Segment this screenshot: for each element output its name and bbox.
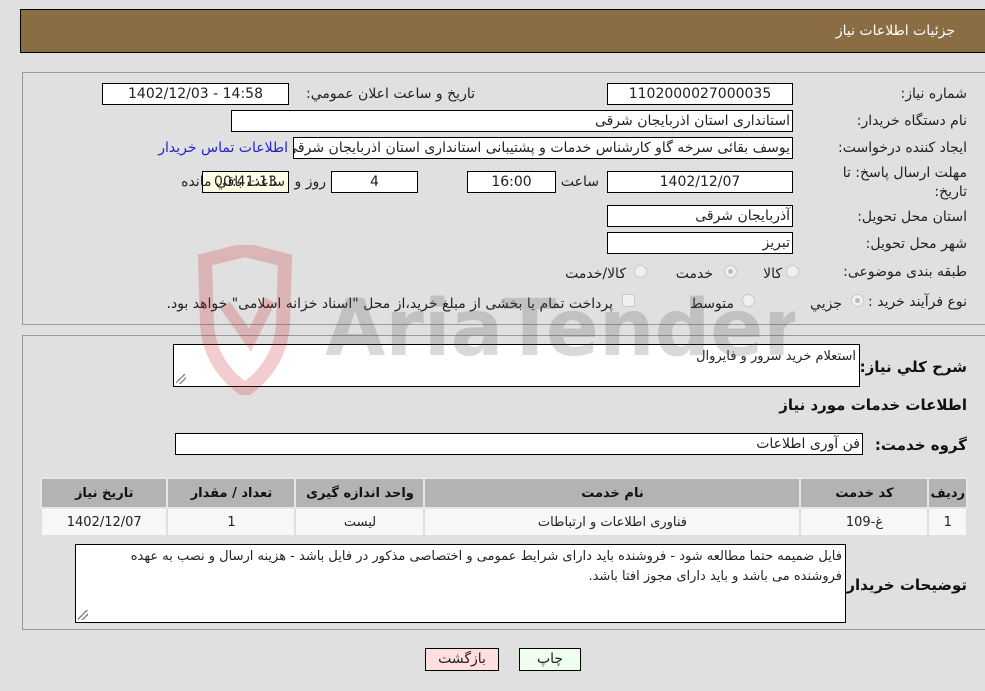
buyer-contact-link[interactable]: اطلاعات تماس خريدار [158, 140, 288, 156]
col-header-service-code: کد خدمت [799, 477, 930, 509]
creator-field: یوسف بقائی سرخه گاو کارشناس خدمات و پشتی… [293, 137, 793, 159]
deadline-time-label: ساعت [560, 174, 599, 190]
cell-service-name: فناوری اطلاعات و ارتباطات [423, 507, 802, 537]
creator-label: ايجاد کننده درخواست: [838, 140, 967, 156]
page-header: جزئيات اطلاعات نياز [20, 9, 985, 53]
announce-datetime-field: 1402/12/03 - 14:58 [102, 83, 289, 105]
deadline-time-field: 16:00 [467, 171, 556, 193]
need-number-label: شماره نياز: [900, 86, 968, 102]
back-button[interactable]: بازگشت [425, 648, 499, 671]
buyer-org-field: استانداری استان اذربایجان شرقی [231, 110, 793, 132]
summary-label: شرح کلي نياز: [859, 358, 967, 376]
city-field: تبریز [607, 232, 793, 254]
deadline-date-field: 1402/12/07 [607, 171, 793, 193]
buyer-notes-text: فایل ضمیمه حتما مطالعه شود - فروشنده بای… [130, 549, 842, 584]
process-label: نوع فرآيند خريد : [868, 294, 967, 310]
table-header-row: رديف کد خدمت نام خدمت واحد اندازه گيری ت… [39, 477, 968, 509]
category-radio-goods[interactable] [786, 265, 799, 278]
summary-textarea[interactable]: استعلام خرید سرور و فایروال [173, 344, 860, 387]
service-group-field: فن آوری اطلاعات [175, 433, 863, 455]
cell-service-code: غ-109 [799, 507, 930, 537]
col-header-quantity: تعداد / مقدار [166, 477, 297, 509]
resize-grip-icon[interactable] [78, 610, 88, 620]
summary-text: استعلام خرید سرور و فایروال [696, 349, 856, 364]
col-header-row-number: رديف [927, 477, 968, 509]
category-label: طبقه بندی موضوعی: [843, 264, 967, 280]
category-radio-service[interactable] [724, 265, 737, 278]
buyer-org-label: نام دستگاه خريدار: [856, 113, 967, 129]
services-table: رديف کد خدمت نام خدمت واحد اندازه گيری ت… [39, 477, 968, 537]
buyer-notes-textarea[interactable]: فایل ضمیمه حتما مطالعه شود - فروشنده بای… [75, 544, 846, 623]
category-radio-goods-service[interactable] [634, 265, 647, 278]
announce-label: تاريخ و ساعت اعلان عمومي: [306, 86, 475, 102]
treasury-checkbox[interactable] [622, 294, 635, 307]
remaining-time-label: ساعت باقي مانده [181, 174, 285, 190]
category-option-goods-service: کالا/خدمت [565, 266, 626, 282]
province-label: استان محل تحويل: [857, 209, 967, 225]
print-button[interactable]: چاپ [519, 648, 581, 671]
category-option-service: خدمت [675, 266, 713, 282]
process-option-minor: جزيي [810, 296, 842, 312]
cell-need-date: 1402/12/07 [39, 507, 169, 537]
need-number-field: 1102000027000035 [607, 83, 793, 105]
cell-quantity: 1 [166, 507, 297, 537]
page-title: جزئيات اطلاعات نياز [835, 23, 955, 39]
buyer-notes-label: توضيحات خريدار: [840, 576, 967, 594]
service-group-label: گروه خدمت: [874, 436, 967, 454]
cell-row-number: 1 [927, 507, 968, 537]
deadline-label: مهلت ارسال پاسخ: تا تاريخ: [842, 165, 967, 200]
city-label: شهر محل تحويل: [865, 236, 967, 252]
col-header-need-date: تاريخ نياز [39, 477, 169, 509]
days-remaining-field: 4 [331, 171, 418, 193]
announce-datetime-value: 1402/12/03 - 14:58 [128, 86, 263, 102]
days-label: روز و [294, 174, 327, 190]
cell-unit: لیست [294, 507, 426, 537]
col-header-unit: واحد اندازه گيری [294, 477, 426, 509]
treasury-note: پرداخت تمام يا بخشی از مبلغ خريد،از محل … [166, 296, 613, 312]
process-radio-minor[interactable] [851, 294, 864, 307]
table-row: 1 غ-109 فناوری اطلاعات و ارتباطات لیست 1… [39, 507, 968, 537]
category-option-goods: کالا [763, 266, 782, 282]
col-header-service-name: نام خدمت [423, 477, 802, 509]
resize-grip-icon[interactable] [176, 374, 186, 384]
province-field: آذربایجان شرقی [607, 205, 793, 227]
process-option-medium: متوسط [690, 296, 734, 312]
services-heading: اطلاعات خدمات مورد نياز [779, 396, 967, 414]
process-radio-medium[interactable] [742, 294, 755, 307]
